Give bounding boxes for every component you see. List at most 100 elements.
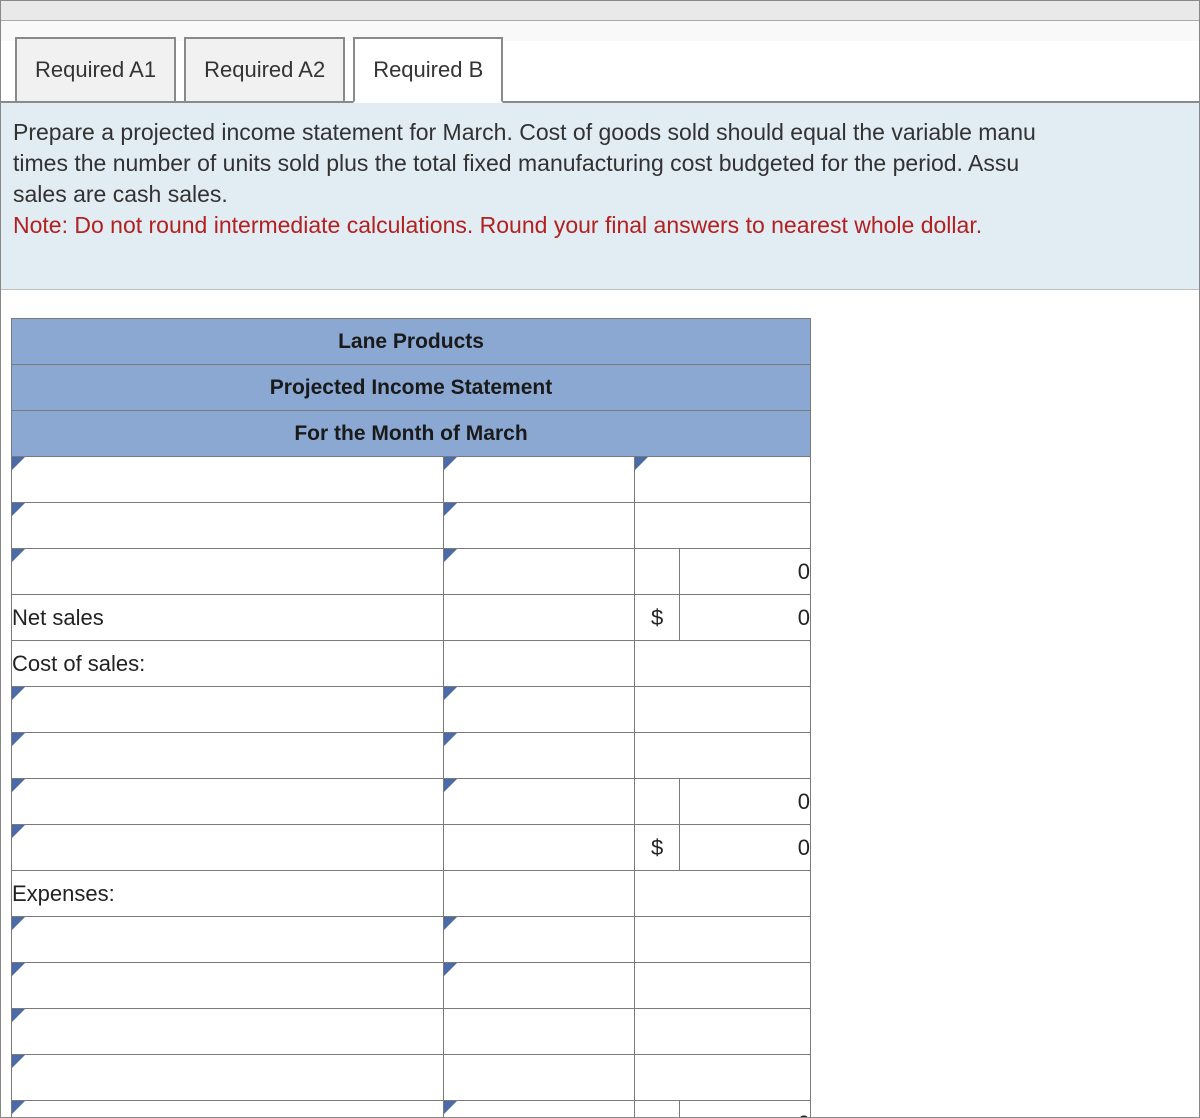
table-row-expenses: Expenses: (12, 871, 811, 917)
row8-currency (635, 779, 680, 825)
row14-col1-dropdown[interactable] (12, 1055, 444, 1101)
row15-value: 0 (680, 1101, 811, 1118)
row2-col2-dropdown[interactable] (443, 503, 635, 549)
row7-col1-dropdown[interactable] (12, 733, 444, 779)
row9-col2 (443, 825, 635, 871)
row14-col2 (443, 1055, 635, 1101)
row7-col3 (635, 733, 811, 779)
cost-of-sales-col3 (635, 641, 811, 687)
row2-col3-empty (635, 503, 811, 549)
row13-col2 (443, 1009, 635, 1055)
dropdown-corner-icon (12, 1009, 25, 1022)
row8-col1-dropdown[interactable] (12, 779, 444, 825)
row11-col1-dropdown[interactable] (12, 917, 444, 963)
row1-col3-dropdown[interactable] (635, 457, 811, 503)
table-row: $ 0 (12, 825, 811, 871)
dropdown-corner-icon (12, 917, 25, 930)
net-sales-label: Net sales (12, 595, 444, 641)
dropdown-corner-icon (444, 779, 457, 792)
row11-col3 (635, 917, 811, 963)
row11-col2-dropdown[interactable] (443, 917, 635, 963)
dropdown-corner-icon (444, 687, 457, 700)
row12-col3 (635, 963, 811, 1009)
instructions-line-1: Prepare a projected income statement for… (13, 119, 1036, 145)
header-period: For the Month of March (12, 411, 811, 457)
table-row (12, 687, 811, 733)
row13-col1-dropdown[interactable] (12, 1009, 444, 1055)
expenses-col3 (635, 871, 811, 917)
dropdown-corner-icon (444, 917, 457, 930)
row3-col1-dropdown[interactable] (12, 549, 444, 595)
row15-col1-dropdown[interactable] (12, 1101, 444, 1118)
table-row (12, 1009, 811, 1055)
table-row-cost-of-sales: Cost of sales: (12, 641, 811, 687)
page: Required A1 Required A2 Required B Prepa… (0, 0, 1200, 1118)
instructions-note: Note: Do not round intermediate calculat… (13, 212, 982, 238)
table-row (12, 963, 811, 1009)
window-topband (1, 1, 1199, 21)
dropdown-corner-icon (12, 1101, 25, 1114)
table-row (12, 733, 811, 779)
dropdown-corner-icon (12, 779, 25, 792)
dropdown-corner-icon (12, 503, 25, 516)
row1-col2-dropdown[interactable] (443, 457, 635, 503)
row3-col2-dropdown[interactable] (443, 549, 635, 595)
dropdown-corner-icon (444, 503, 457, 516)
dropdown-corner-icon (12, 825, 25, 838)
dropdown-corner-icon (444, 549, 457, 562)
row6-col1-dropdown[interactable] (12, 687, 444, 733)
row8-value: 0 (680, 779, 811, 825)
dropdown-corner-icon (444, 963, 457, 976)
row1-col1-dropdown[interactable] (12, 457, 444, 503)
table-row: 0 (12, 779, 811, 825)
tab-required-a1[interactable]: Required A1 (15, 37, 176, 103)
table-row (12, 917, 811, 963)
dropdown-corner-icon (12, 457, 25, 470)
tab-required-a2[interactable]: Required A2 (184, 37, 345, 103)
cost-of-sales-label: Cost of sales: (12, 641, 444, 687)
table-row: 0 (12, 1101, 811, 1118)
row3-currency (635, 549, 680, 595)
tab-required-b[interactable]: Required B (353, 37, 503, 103)
dropdown-corner-icon (444, 457, 457, 470)
dropdown-corner-icon (12, 733, 25, 746)
row12-col2-dropdown[interactable] (443, 963, 635, 1009)
table-row: 0 (12, 549, 811, 595)
table-row (12, 503, 811, 549)
tabs-row: Required A1 Required A2 Required B (1, 37, 1199, 103)
net-sales-currency: $ (635, 595, 680, 641)
table-row-net-sales: Net sales $ 0 (12, 595, 811, 641)
tab-underline (1, 101, 1199, 103)
header-title: Projected Income Statement (12, 365, 811, 411)
instructions-line-3: sales are cash sales. (13, 181, 228, 207)
row6-col2-dropdown[interactable] (443, 687, 635, 733)
dropdown-corner-icon (12, 687, 25, 700)
dropdown-corner-icon (444, 733, 457, 746)
expenses-col2 (443, 871, 635, 917)
dropdown-corner-icon (12, 1055, 25, 1068)
dropdown-corner-icon (444, 1101, 457, 1114)
row12-col1-dropdown[interactable] (12, 963, 444, 1009)
header-company: Lane Products (12, 319, 811, 365)
row13-col3 (635, 1009, 811, 1055)
instructions-panel: Prepare a projected income statement for… (1, 103, 1199, 290)
row9-value: 0 (680, 825, 811, 871)
row8-col2-dropdown[interactable] (443, 779, 635, 825)
row14-col3 (635, 1055, 811, 1101)
row7-col2-dropdown[interactable] (443, 733, 635, 779)
table-row (12, 1055, 811, 1101)
net-sales-col2 (443, 595, 635, 641)
cost-of-sales-col2 (443, 641, 635, 687)
dropdown-corner-icon (635, 457, 648, 470)
row15-col2-dropdown[interactable] (443, 1101, 635, 1118)
row9-col1-dropdown[interactable] (12, 825, 444, 871)
table-row (12, 457, 811, 503)
dropdown-corner-icon (12, 549, 25, 562)
row6-col3 (635, 687, 811, 733)
net-sales-value: 0 (680, 595, 811, 641)
row2-col1-dropdown[interactable] (12, 503, 444, 549)
expenses-label: Expenses: (12, 871, 444, 917)
dropdown-corner-icon (12, 963, 25, 976)
row9-currency: $ (635, 825, 680, 871)
row3-value: 0 (680, 549, 811, 595)
